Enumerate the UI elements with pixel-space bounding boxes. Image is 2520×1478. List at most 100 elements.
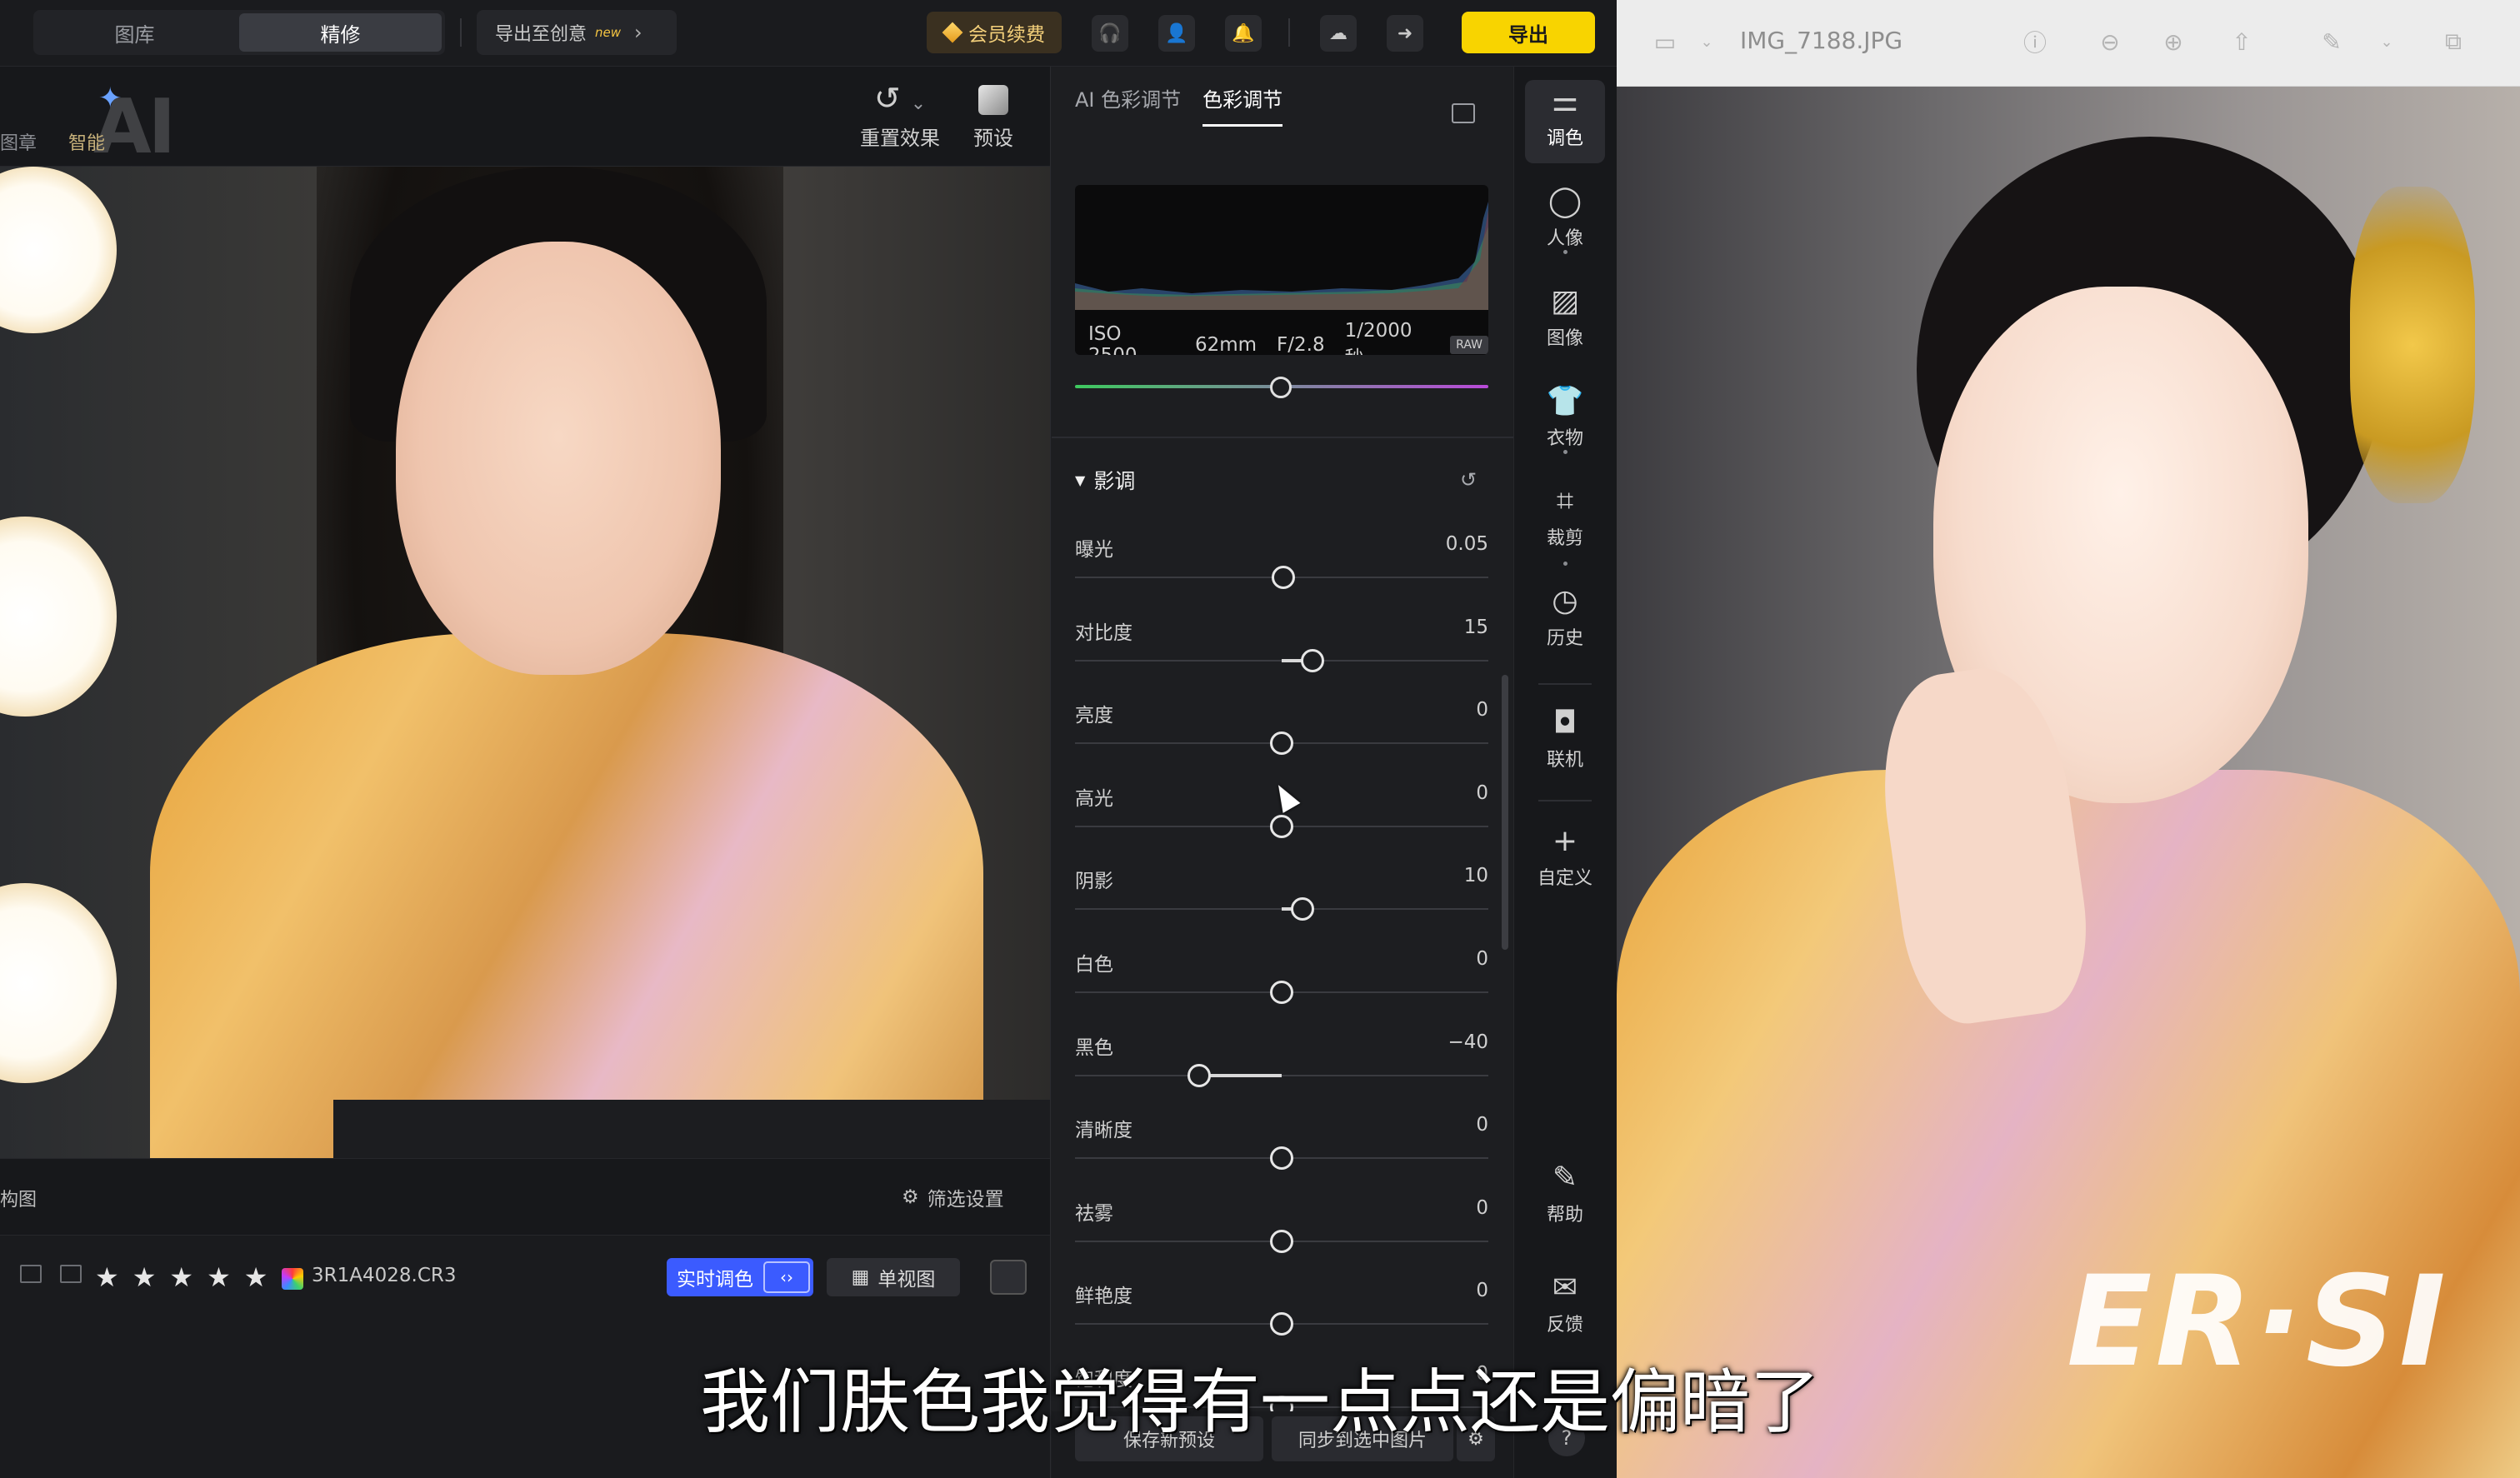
slider-knob[interactable] [1270, 981, 1293, 1004]
share-arrow-icon[interactable]: ➜ [1387, 15, 1423, 52]
slider-label: 清晰度 [1075, 1120, 1132, 1142]
smart-tool-label[interactable]: 智能 [68, 128, 105, 155]
vip-renew-button[interactable]: 会员续费 [927, 12, 1062, 53]
export-to-create-button[interactable]: 导出至创意 new › [477, 10, 677, 55]
slider-row: 鲜艳度 0 [1075, 1280, 1488, 1360]
preset-label: 预设 [973, 127, 1013, 150]
slider-track[interactable] [1075, 1074, 1488, 1076]
info-icon[interactable]: ⓘ [2020, 27, 2050, 57]
mail-icon: ✉ [1552, 1271, 1578, 1305]
slider-knob[interactable] [1270, 814, 1293, 838]
slider-knob[interactable] [1270, 1146, 1293, 1171]
chevron-down-icon[interactable]: ⌄ [2372, 27, 2402, 57]
nav-item-8[interactable]: ✎ 帮助 [1525, 1156, 1605, 1240]
nav-item-4[interactable]: ⌗ 裁剪 [1525, 480, 1605, 563]
nav-item-2[interactable]: ▨ 图像 [1525, 280, 1605, 363]
star-icon[interactable]: ★ [207, 1261, 231, 1293]
slider-knob[interactable] [1187, 1063, 1211, 1087]
single-view-button[interactable]: ▦ 单视图 [827, 1258, 960, 1296]
image-icon: ▨ [1550, 284, 1579, 318]
slider-knob[interactable] [1272, 566, 1296, 589]
edit-canvas-photo[interactable] [0, 167, 1050, 1158]
slider-value[interactable]: 10 [1464, 865, 1488, 886]
divider [1288, 18, 1290, 47]
slider-value[interactable]: 0 [1476, 1363, 1488, 1385]
reject-flag-icon[interactable] [60, 1265, 82, 1283]
chevron-down-icon[interactable]: ⌄ [1692, 27, 1722, 57]
star-icon[interactable]: ★ [244, 1261, 268, 1293]
star-icon[interactable]: ★ [95, 1261, 119, 1293]
export-button[interactable]: 导出 [1462, 12, 1595, 53]
file-name: 3R1A4028.CR3 [312, 1265, 457, 1286]
compose-label[interactable]: 构图 [0, 1185, 37, 1211]
slider-value[interactable]: 0 [1476, 782, 1488, 804]
sidebar-toggle-icon[interactable]: ▭ [1650, 27, 1680, 57]
slider-label: 曝光 [1075, 539, 1113, 561]
star-icon[interactable]: ★ [169, 1261, 193, 1293]
slider-value[interactable]: 0.05 [1446, 533, 1488, 555]
nav-item-9[interactable]: ✉ 反馈 [1525, 1266, 1605, 1350]
nav-item-7[interactable]: + 自定义 [1525, 820, 1605, 903]
slider-value[interactable]: −40 [1448, 1031, 1488, 1053]
slider-knob[interactable] [1290, 897, 1314, 921]
slider-label: 鲜艳度 [1075, 1286, 1132, 1308]
slider-knob[interactable] [1270, 732, 1293, 756]
slider-value[interactable]: 0 [1476, 699, 1488, 721]
section-reset-icon[interactable]: ↺ [1460, 468, 1477, 492]
slider-value[interactable]: 0 [1476, 948, 1488, 970]
share-icon[interactable]: ⇧ [2227, 27, 2257, 57]
slider-knob[interactable] [1301, 648, 1325, 672]
slider-row: 亮度 0 [1075, 699, 1488, 779]
tab-color-adjust[interactable]: 色彩调节 [1202, 83, 1283, 127]
realtime-grading-label: 实时调色 [677, 1269, 753, 1291]
sync-selected-button[interactable]: 同步到选中图片 [1272, 1416, 1453, 1461]
nav-item-6[interactable]: ◘ 联机 [1525, 702, 1605, 785]
filter-settings-button[interactable]: ⚙ 筛选设置 [902, 1183, 1004, 1211]
star-icon[interactable]: ★ [132, 1261, 157, 1293]
panel-layout-icon[interactable] [1452, 103, 1475, 123]
compare-view-icon[interactable] [990, 1260, 1027, 1295]
reset-effects-label: 重置效果 [860, 127, 940, 150]
cloud-icon[interactable]: ☁ [1320, 15, 1357, 52]
zoom-in-icon[interactable]: ⊕ [2158, 27, 2188, 57]
cube-icon [978, 85, 1008, 115]
tab-ai-color[interactable]: AI 色彩调节 [1075, 83, 1181, 127]
nav-separator [1538, 683, 1592, 685]
panel-scrollbar[interactable] [1502, 675, 1508, 950]
tab-library[interactable]: 图库 [33, 10, 236, 55]
preset-button[interactable]: 预设 [958, 80, 1028, 160]
nav-label: 调色 [1546, 128, 1583, 149]
slider-knob[interactable] [1270, 1229, 1293, 1253]
nav-label: 人像 [1546, 228, 1583, 249]
tint-slider-knob[interactable] [1270, 377, 1292, 398]
slider-value[interactable]: 15 [1464, 617, 1488, 638]
user-icon[interactable]: 👤 [1158, 15, 1195, 52]
diamond-icon [942, 22, 963, 43]
sync-settings-icon[interactable]: ⚙ [1457, 1416, 1495, 1461]
save-preset-button[interactable]: 保存新预设 [1075, 1416, 1263, 1461]
rating-stars[interactable]: ★ ★ ★ ★ ★ [95, 1261, 268, 1293]
tab-retouch[interactable]: 精修 [239, 13, 442, 52]
tone-section-header[interactable]: ▼ 影调 [1075, 465, 1135, 495]
nav-item-5[interactable]: ◷ 历史 [1525, 580, 1605, 663]
flag-icon[interactable] [20, 1265, 42, 1283]
slider-label: 祛雾 [1075, 1202, 1113, 1225]
seal-tool-label[interactable]: 图章 [0, 128, 37, 155]
nav-item-0[interactable]: ⚌ 调色 [1525, 80, 1605, 163]
rotate-icon[interactable]: ⧉ [2438, 27, 2468, 57]
reset-effects-button[interactable]: ↺ ⌄ 重置效果 [833, 80, 967, 160]
slider-value[interactable]: 0 [1476, 1197, 1488, 1219]
question-icon[interactable]: ? [1548, 1420, 1585, 1456]
headset-icon[interactable]: 🎧 [1092, 15, 1128, 52]
slider-label: 白色 [1075, 954, 1113, 976]
code-toggle-icon[interactable]: ‹› [763, 1261, 810, 1293]
markup-pen-icon[interactable]: ✎ [2317, 27, 2347, 57]
slider-value[interactable]: 0 [1476, 1280, 1488, 1301]
color-label-icon[interactable] [282, 1268, 303, 1290]
bell-icon[interactable]: 🔔 [1225, 15, 1262, 52]
slider-label: 饱和度 [1075, 1369, 1132, 1391]
slider-value[interactable]: 0 [1476, 1114, 1488, 1136]
zoom-out-icon[interactable]: ⊖ [2095, 27, 2125, 57]
ai-tool[interactable]: AI ✦ [0, 75, 283, 171]
slider-knob[interactable] [1270, 1312, 1293, 1336]
